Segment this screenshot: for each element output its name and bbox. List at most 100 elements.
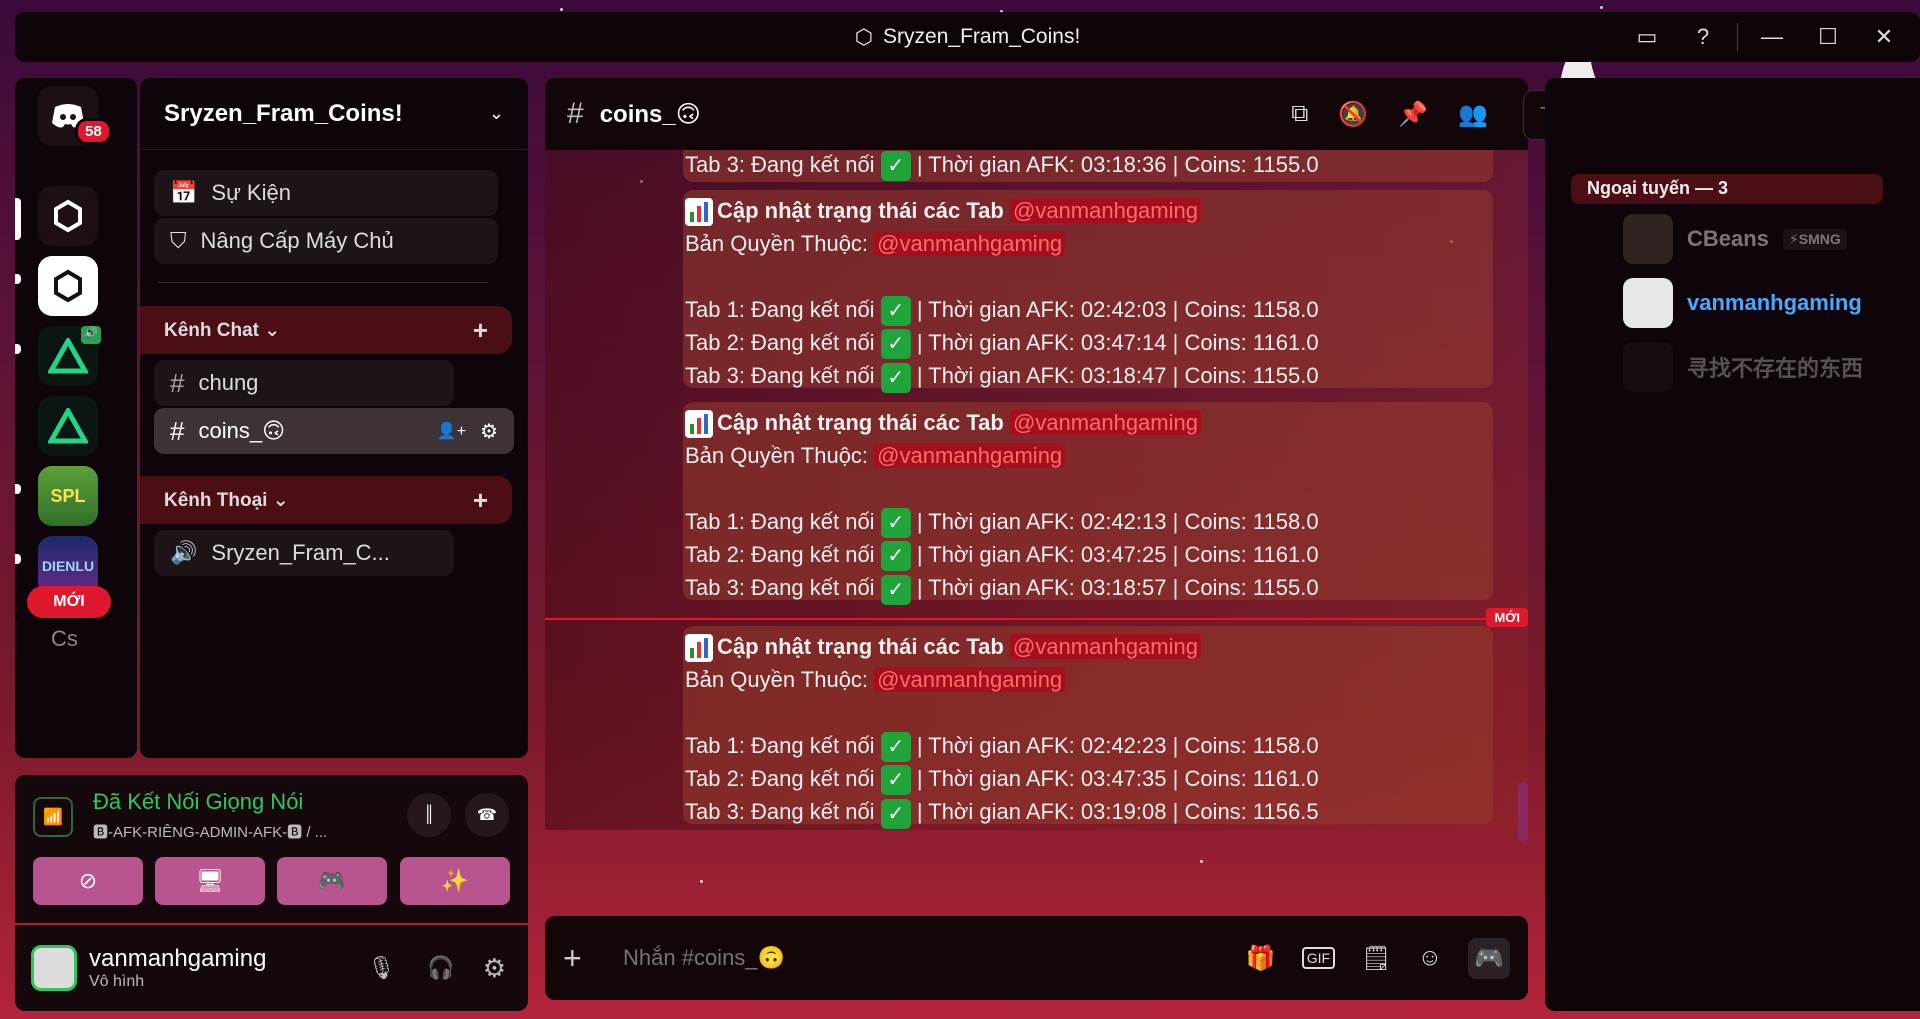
member-section-header: Ngoại tuyến — 3	[1571, 174, 1883, 204]
activity-button[interactable]: 🎮	[277, 857, 387, 905]
channel-header: # coins_🙃 ⧉ 🔕 📌 👥	[545, 78, 1528, 150]
add-channel-icon[interactable]: +	[473, 485, 488, 516]
message-input[interactable]	[613, 945, 1246, 971]
server-rail: 58 🔊 SPL DIENLU MỚI Cs	[15, 78, 137, 758]
unread-indicator	[15, 344, 21, 354]
voice-channel-name[interactable]: 🅱-AFK-RIÊNG-ADMIN-AFK-🅱 / ...	[93, 821, 333, 842]
help-icon[interactable]: ?	[1675, 12, 1731, 62]
user-mention[interactable]: @vanmanhgaming	[1009, 198, 1201, 223]
chevron-down-icon: ⌄	[272, 489, 289, 511]
member-list: Ngoại tuyến — 3 CBeans ⚡SMNG vanmanhgami…	[1545, 78, 1920, 1011]
message-item: Cập nhật trạng thái các Tab @vanmanhgami…	[683, 190, 1493, 393]
user-mention[interactable]: @vanmanhgaming	[874, 231, 1066, 256]
check-icon: ✓	[880, 151, 911, 182]
server-icon-sryzen-light[interactable]	[38, 256, 98, 316]
disconnect-icon[interactable]: ☎	[465, 793, 509, 837]
user-mention[interactable]: @vanmanhgaming	[874, 667, 1066, 692]
triangle-logo-icon	[48, 408, 88, 444]
user-mention[interactable]: @vanmanhgaming	[874, 443, 1066, 468]
bar-chart-icon	[685, 634, 713, 663]
gif-icon[interactable]: GIF	[1301, 947, 1336, 969]
gift-icon[interactable]: 🎁	[1246, 944, 1276, 973]
sryzen-logo-icon	[54, 269, 82, 303]
sryzen-logo-icon	[54, 199, 82, 233]
noise-suppression-icon[interactable]: ║	[407, 793, 451, 837]
close-button[interactable]: ✕	[1856, 12, 1912, 62]
avatar[interactable]	[31, 945, 77, 991]
invite-icon[interactable]: 👤+	[437, 421, 466, 441]
channel-sidebar: Sryzen_Fram_Coins! ⌄ 📅 Sự Kiện ⛉ Nâng Cấ…	[140, 78, 528, 758]
user-mention[interactable]: @vanmanhgaming	[1009, 410, 1201, 435]
pin-icon[interactable]: 📌	[1398, 100, 1428, 129]
calendar-icon: 📅	[170, 180, 198, 205]
server-icon-sryzen-dark[interactable]	[38, 186, 98, 246]
new-messages-divider	[545, 618, 1528, 620]
avatar	[1623, 342, 1673, 392]
new-badge: MỚI	[27, 586, 111, 618]
window-title: ⬡ Sryzen_Fram_Coins!	[854, 25, 1081, 49]
message-item: Cập nhật trạng thái các Tab @vanmanhgami…	[683, 402, 1493, 605]
avatar	[1623, 214, 1673, 264]
soundboard-button[interactable]: ✨	[400, 857, 510, 905]
gamepad-icon: 🎮	[318, 868, 346, 893]
message-list: Tab 3: Đang kết nối ✓ | Thời gian AFK: 0…	[545, 150, 1528, 910]
voice-status[interactable]: Đã Kết Nối Giọng Nói	[93, 789, 303, 815]
add-attachment-icon[interactable]: +	[563, 940, 613, 977]
user-mention[interactable]: @vanmanhgaming	[1009, 634, 1201, 659]
check-icon: ✓	[880, 296, 911, 327]
hash-icon: #	[170, 367, 185, 398]
speaker-icon: 🔊	[81, 326, 101, 344]
user-info[interactable]: vanmanhgaming Vô hình	[89, 945, 345, 991]
speaker-icon: 🔊	[170, 540, 198, 565]
check-icon: ✓	[880, 765, 911, 796]
member-item[interactable]: vanmanhgaming	[1623, 278, 1862, 328]
server-boost-item[interactable]: ⛉ Nâng Cấp Máy Chủ	[154, 218, 498, 264]
chat-area: # coins_🙃 ⧉ 🔕 📌 👥 Tab 3: Đang kết nối ✓ …	[545, 78, 1528, 1000]
boost-icon: ⛉	[170, 228, 187, 253]
chevron-down-icon: ⌄	[488, 103, 504, 123]
category-voice-channels[interactable]: Kênh Thoại ⌄ +	[140, 476, 512, 524]
gear-icon[interactable]: ⚙	[480, 419, 498, 444]
voice-channel-sryzen[interactable]: 🔊 Sryzen_Fram_C...	[154, 530, 454, 576]
check-icon: ✓	[880, 508, 911, 539]
screen-share-button[interactable]: 🖥	[155, 857, 265, 905]
unread-badge: 58	[75, 118, 112, 145]
server-icon-alpha[interactable]	[38, 396, 98, 456]
category-text-channels[interactable]: Kênh Chat ⌄ +	[140, 306, 512, 354]
channel-chung[interactable]: # chung	[154, 360, 454, 406]
activities-icon[interactable]: 🎮	[1468, 937, 1510, 979]
member-item[interactable]: CBeans ⚡SMNG	[1623, 214, 1847, 264]
minimize-button[interactable]: —	[1744, 12, 1800, 62]
check-icon: ✓	[880, 798, 911, 829]
events-item[interactable]: 📅 Sự Kiện	[154, 170, 498, 216]
server-icon-cs[interactable]: Cs	[51, 626, 78, 652]
server-header[interactable]: Sryzen_Fram_Coins! ⌄	[140, 78, 528, 150]
microphone-icon[interactable]: 🎙	[367, 955, 395, 981]
member-list-icon[interactable]: 👥	[1458, 100, 1488, 129]
camera-off-button[interactable]: ⊘	[33, 857, 143, 905]
server-logo-icon: ⬡	[854, 25, 874, 49]
server-icon-spl[interactable]: SPL	[38, 466, 98, 526]
emoji-icon[interactable]: ☺	[1418, 944, 1443, 972]
notifications-muted-icon[interactable]: 🔕	[1338, 100, 1368, 129]
maximize-button[interactable]: ☐	[1800, 12, 1856, 62]
unread-indicator	[15, 274, 21, 284]
divider	[1737, 23, 1738, 51]
inbox-icon[interactable]: ▭	[1619, 12, 1675, 62]
soundboard-icon: ✨	[441, 868, 469, 893]
scrollbar-thumb[interactable]	[1518, 782, 1528, 842]
avatar	[1623, 278, 1673, 328]
bar-chart-icon	[685, 198, 713, 227]
threads-icon[interactable]: ⧉	[1291, 100, 1308, 128]
chevron-down-icon: ⌄	[264, 319, 281, 341]
headphones-icon[interactable]: 🎧	[427, 955, 454, 981]
user-status: Vô hình	[89, 973, 145, 990]
message-partial: Tab 3: Đang kết nối ✓ | Thời gian AFK: 0…	[683, 150, 1493, 182]
channel-coins-active[interactable]: # coins_🙃 👤+ ⚙	[154, 408, 514, 454]
scrollbar-track[interactable]	[1518, 150, 1528, 830]
member-item[interactable]: 寻找不存在的东西	[1623, 342, 1863, 392]
unread-indicator	[15, 484, 21, 494]
gear-icon[interactable]: ⚙	[483, 953, 506, 984]
sticker-icon[interactable]: 🗒	[1361, 944, 1391, 973]
add-channel-icon[interactable]: +	[473, 315, 488, 346]
